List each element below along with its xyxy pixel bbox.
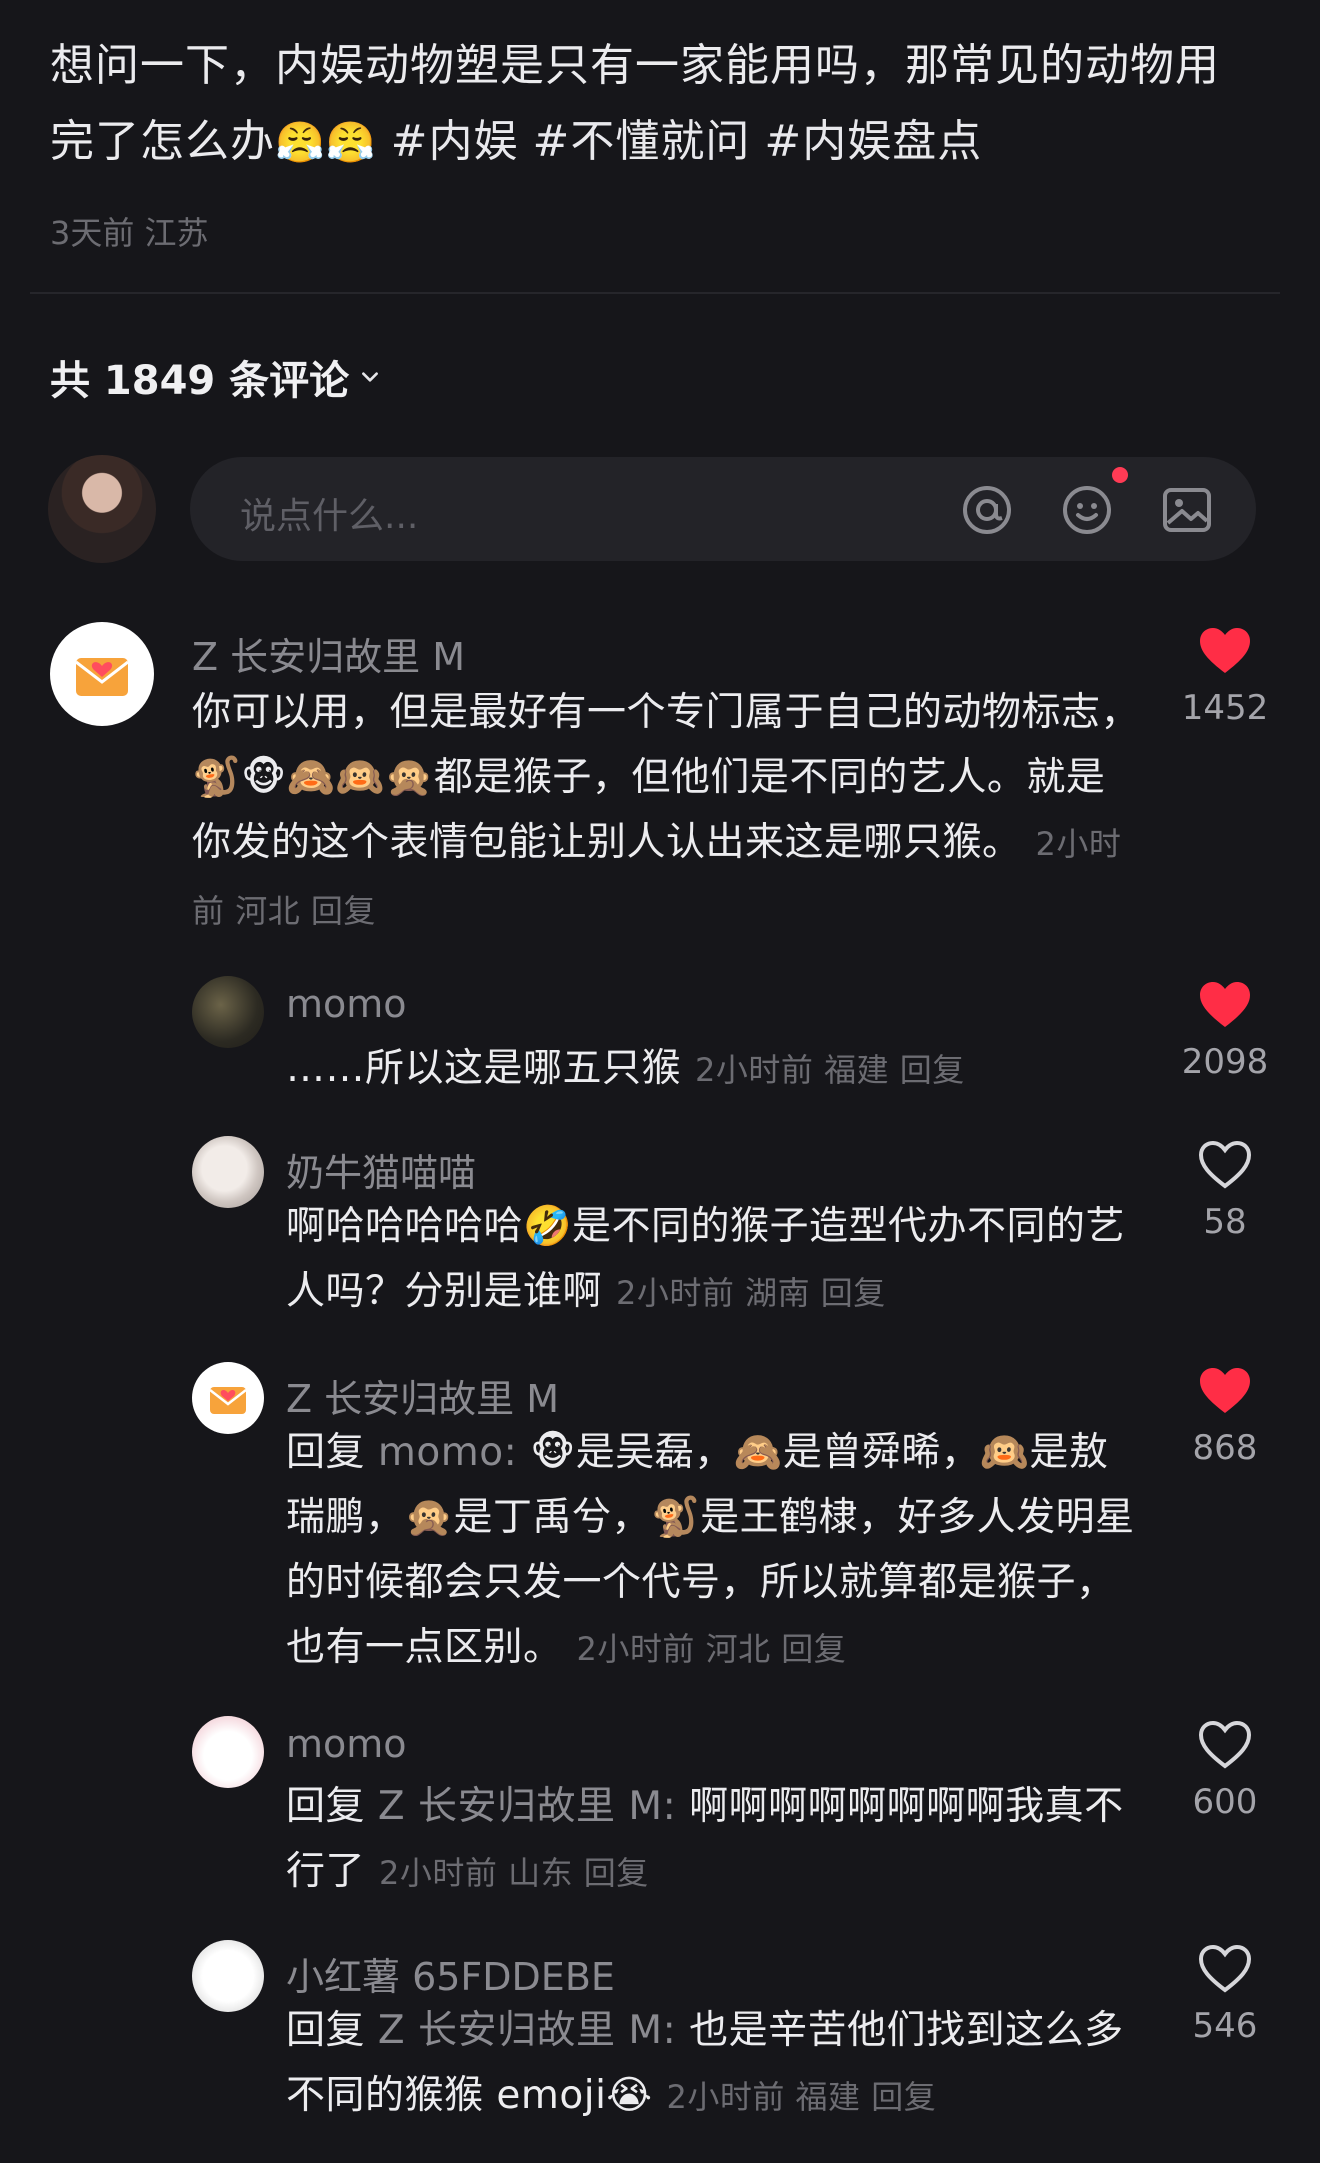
comment-meta: 2小时前 福建 回复	[666, 2078, 936, 2116]
like-button[interactable]: 2098	[1170, 980, 1280, 1082]
avatar[interactable]	[192, 1940, 264, 2012]
like-button[interactable]: 58	[1170, 1140, 1280, 1242]
comment-meta: 2小时前 河北 回复	[577, 1630, 847, 1668]
heart-icon	[1200, 982, 1250, 1027]
comment-count-label: 共 1849 条评论	[50, 358, 350, 404]
comment-meta: 2小时前 福建 回复	[695, 1051, 965, 1089]
like-button[interactable]: 546	[1170, 1944, 1280, 2046]
reply-button[interactable]: 回复	[781, 1630, 846, 1668]
comment-author[interactable]: Z 长安归故里 M	[192, 626, 465, 681]
comment-body: 回复 momo: 🐵是吴磊，🙈是曾舜晞，🙉是敖瑞鹏，🙊是丁禹兮，🐒是王鹤棣，好多…	[286, 1420, 1146, 1682]
comment-meta: 2小时前 湖南 回复	[616, 1274, 886, 1312]
comment-time: 2小时前	[379, 1854, 498, 1892]
reply-target[interactable]: Z 长安归故里 M:	[378, 2008, 676, 2053]
comment-text: 你可以用，但是最好有一个专门属于自己的动物标志，🐒🐵🙈🙉🙊都是猴子，但他们是不同…	[192, 690, 1141, 865]
comment-input-placeholder: 说点什么...	[240, 496, 419, 537]
reply-button[interactable]: 回复	[900, 1051, 965, 1089]
comment-location: 山东	[508, 1854, 574, 1892]
post-meta: 3天前 江苏	[50, 208, 209, 254]
comment-body: 回复 Z 长安归故里 M: 也是辛苦他们找到这么多不同的猴猴 emoji😭 2小时…	[286, 1998, 1146, 2130]
comment-location: 河北	[235, 892, 301, 930]
like-count: 58	[1203, 1202, 1247, 1242]
like-count: 2098	[1181, 1042, 1269, 1082]
like-count: 600	[1192, 1782, 1258, 1822]
avatar[interactable]	[192, 976, 264, 1048]
like-count: 1452	[1181, 688, 1269, 728]
chevron-down-icon	[362, 372, 379, 382]
comment-location: 湖南	[745, 1274, 811, 1312]
reply-button[interactable]: 回复	[584, 1854, 649, 1892]
heart-outline-icon	[1198, 1140, 1252, 1189]
like-button[interactable]: 1452	[1170, 626, 1280, 728]
post-time: 3天前	[50, 214, 135, 252]
comment-body: 你可以用，但是最好有一个专门属于自己的动物标志，🐒🐵🙈🙉🙊都是猴子，但他们是不同…	[192, 680, 1142, 944]
comment-time: 2小时前	[695, 1051, 814, 1089]
comment-body: 啊哈哈哈哈哈🤣是不同的猴子造型代办不同的艺人吗？分别是谁啊 2小时前 湖南 回复	[286, 1194, 1146, 1326]
image-icon[interactable]	[1160, 483, 1214, 537]
notification-dot	[1112, 467, 1128, 483]
hashtag-neiyupandian[interactable]: #内娱盘点	[764, 116, 982, 167]
heart-outline-icon	[1198, 1720, 1252, 1769]
heart-icon	[1200, 628, 1250, 673]
like-count: 546	[1192, 2006, 1258, 2046]
comment-author[interactable]: 小红薯 65FDDEBE	[286, 1946, 615, 2001]
comment-author[interactable]: momo	[286, 1722, 407, 1766]
like-button[interactable]: 600	[1170, 1720, 1280, 1822]
comment-location: 福建	[824, 1051, 890, 1089]
comment-author[interactable]: momo	[286, 982, 407, 1026]
post-text: 想问一下，内娱动物塑是只有一家能用吗，那常见的动物用完了怎么办😤😤 #内娱 #不懂就…	[50, 28, 1250, 181]
reply-button[interactable]: 回复	[871, 2078, 936, 2116]
reply-target[interactable]: momo:	[378, 1430, 517, 1475]
avatar[interactable]	[192, 1362, 264, 1434]
reply-target[interactable]: Z 长安归故里 M:	[378, 1784, 676, 1829]
hashtag-budongjiuwen[interactable]: #不懂就问	[532, 116, 750, 167]
comment-meta: 2小时前 山东 回复	[379, 1854, 649, 1892]
post-location: 江苏	[144, 214, 209, 252]
divider	[30, 292, 1280, 294]
comment-input[interactable]: 说点什么...	[190, 457, 1256, 561]
heart-icon	[1200, 1368, 1250, 1413]
comment-time: 2小时前	[576, 1630, 695, 1668]
comment-author[interactable]: Z 长安归故里 M	[286, 1368, 559, 1423]
reply-prefix: 回复	[286, 1430, 366, 1475]
comment-body: ……所以这是哪五只猴 2小时前 福建 回复	[286, 1036, 1146, 1103]
avatar[interactable]	[192, 1716, 264, 1788]
comment-body: 回复 Z 长安归故里 M: 啊啊啊啊啊啊啊啊我真不行了 2小时前 山东 回复	[286, 1774, 1146, 1906]
like-button[interactable]: 868	[1170, 1366, 1280, 1468]
avatar[interactable]	[192, 1136, 264, 1208]
hashtag-neiyu[interactable]: #内娱	[391, 116, 519, 167]
current-user-avatar[interactable]	[48, 455, 156, 563]
comment-time: 2小时前	[616, 1274, 735, 1312]
heart-outline-icon	[1198, 1944, 1252, 1993]
comment-location: 福建	[795, 2078, 861, 2116]
envelope-icon	[209, 1387, 247, 1414]
at-icon[interactable]	[960, 483, 1014, 537]
avatar[interactable]	[50, 622, 154, 726]
comment-count-toggle[interactable]: 共 1849 条评论	[50, 348, 381, 406]
reply-prefix: 回复	[286, 1784, 366, 1829]
comment-location: 河北	[705, 1630, 771, 1668]
comment-time: 2小时前	[666, 2078, 785, 2116]
comment-author[interactable]: 奶牛猫喵喵	[286, 1142, 476, 1197]
reply-button[interactable]: 回复	[311, 892, 376, 930]
smiley-icon[interactable]	[1060, 483, 1114, 537]
like-count: 868	[1192, 1428, 1258, 1468]
post-emojis: 😤😤	[275, 120, 377, 166]
comment-text: ……所以这是哪五只猴	[286, 1046, 682, 1091]
reply-prefix: 回复	[286, 2008, 366, 2053]
reply-button[interactable]: 回复	[821, 1274, 886, 1312]
envelope-icon	[75, 658, 129, 696]
